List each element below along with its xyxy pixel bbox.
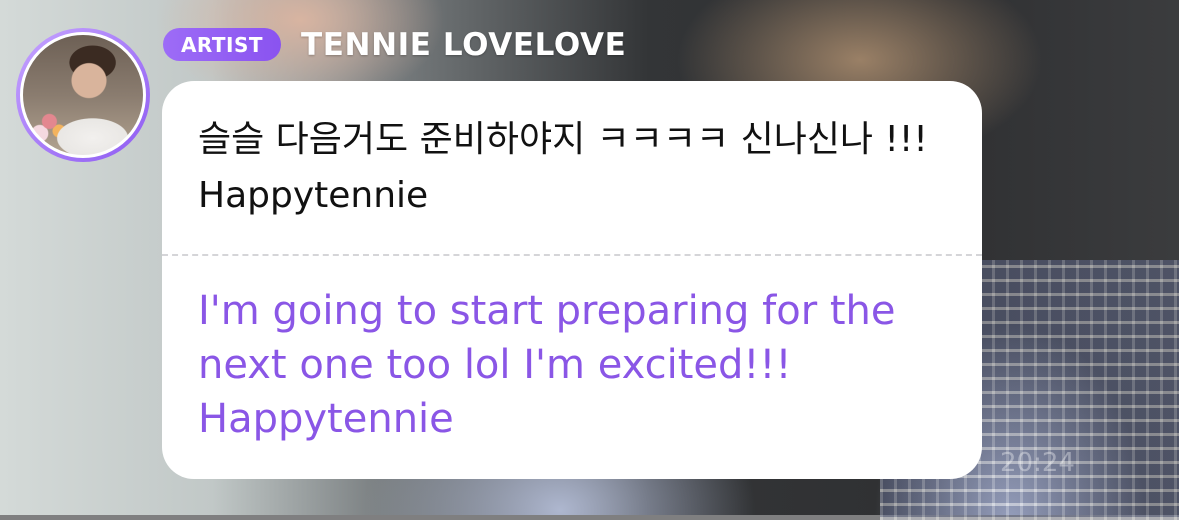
avatar-photo <box>20 32 146 158</box>
video-timestamp: 20:24 <box>1000 448 1075 478</box>
artist-badge: ARTIST <box>163 28 281 61</box>
translation-divider <box>162 254 982 256</box>
message-card: 슬슬 다음거도 준비하야지 ㅋㅋㅋㅋ 신나신나 !!! Happytennie … <box>162 81 982 479</box>
translated-message: I'm going to start preparing for the nex… <box>198 288 896 442</box>
original-message: 슬슬 다음거도 준비하야지 ㅋㅋㅋㅋ 신나신나 !!! Happytennie <box>198 119 928 216</box>
artist-avatar[interactable] <box>16 28 150 162</box>
author-name[interactable]: TENNIE LOVELOVE <box>301 27 626 63</box>
